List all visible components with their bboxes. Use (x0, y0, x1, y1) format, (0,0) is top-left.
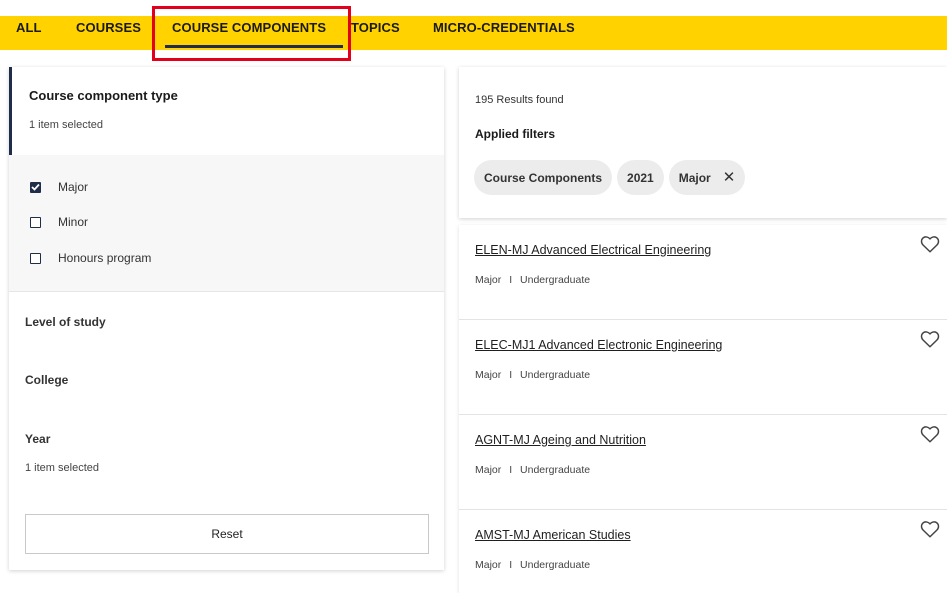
page: ALL COURSES COURSE COMPONENTS TOPICS MIC… (0, 0, 947, 593)
option-label: Major (58, 180, 89, 194)
option-honours-program[interactable]: Honours program (30, 248, 151, 268)
chip-label: 2021 (627, 170, 654, 185)
result-type: Major (475, 369, 502, 381)
tab-all[interactable]: ALL (16, 16, 42, 50)
result-type: Major (475, 464, 502, 476)
tab-courses[interactable]: COURSES (76, 16, 141, 50)
meta-separator: I (509, 464, 513, 476)
option-major[interactable]: Major (30, 177, 88, 197)
heart-icon[interactable] (920, 235, 940, 253)
results-header: 195 Results found Applied filters Course… (459, 67, 947, 218)
chip-major[interactable]: Major ✕ (668, 160, 746, 195)
heart-icon[interactable] (920, 520, 940, 538)
filter-panel: Course component type 1 item selected Ma… (9, 67, 444, 570)
heart-icon[interactable] (920, 330, 940, 348)
year-selected-count: 1 item selected (25, 462, 99, 474)
option-minor[interactable]: Minor (30, 212, 88, 232)
list-item: ELEN-MJ Advanced Electrical Engineering … (459, 225, 947, 320)
result-title-link[interactable]: AGNT-MJ Ageing and Nutrition (475, 433, 646, 447)
heart-icon[interactable] (920, 425, 940, 443)
result-meta: Major I Undergraduate (475, 274, 590, 286)
filter-title: Course component type (29, 88, 178, 103)
tab-micro-credentials[interactable]: MICRO-CREDENTIALS (433, 16, 575, 50)
filter-level-of-study[interactable]: Level of study (25, 315, 106, 329)
reset-button[interactable]: Reset (25, 514, 429, 554)
results-list: ELEN-MJ Advanced Electrical Engineering … (459, 225, 947, 593)
filter-college[interactable]: College (25, 373, 68, 387)
close-icon[interactable]: ✕ (723, 170, 736, 185)
chip-label: Course Components (484, 170, 603, 185)
filter-options: Major Minor Honours program (9, 155, 444, 292)
result-level: Undergraduate (520, 559, 591, 571)
meta-separator: I (509, 274, 513, 286)
result-type: Major (475, 274, 502, 286)
checkbox-icon[interactable] (30, 252, 41, 264)
result-meta: Major I Undergraduate (475, 464, 590, 476)
tab-bar: ALL COURSES COURSE COMPONENTS TOPICS MIC… (0, 16, 947, 50)
result-title-link[interactable]: ELEN-MJ Advanced Electrical Engineering (475, 243, 711, 257)
result-level: Undergraduate (520, 274, 591, 286)
applied-filter-chips: Course Components 2021 Major ✕ (474, 160, 746, 195)
checkbox-checked-icon[interactable] (30, 181, 41, 193)
result-level: Undergraduate (520, 464, 591, 476)
result-title-link[interactable]: AMST-MJ American Studies (475, 528, 631, 542)
applied-filters-label: Applied filters (475, 127, 556, 141)
result-title-link[interactable]: ELEC-MJ1 Advanced Electronic Engineering (475, 338, 722, 352)
result-type: Major (475, 559, 502, 571)
option-label: Honours program (58, 251, 152, 265)
result-meta: Major I Undergraduate (475, 559, 590, 571)
option-label: Minor (58, 215, 89, 229)
result-level: Undergraduate (520, 369, 591, 381)
filter-year[interactable]: Year (25, 432, 50, 446)
chip-course-components[interactable]: Course Components (474, 160, 613, 195)
list-item: AGNT-MJ Ageing and Nutrition Major I Und… (459, 415, 947, 510)
results-count: 195 Results found (475, 94, 564, 106)
chip-year[interactable]: 2021 (617, 160, 664, 195)
highlight-annotation-box (152, 6, 351, 61)
filter-selected-count: 1 item selected (29, 119, 103, 131)
list-item: ELEC-MJ1 Advanced Electronic Engineering… (459, 320, 947, 415)
meta-separator: I (509, 559, 513, 571)
chip-label: Major (678, 170, 711, 185)
meta-separator: I (509, 369, 513, 381)
tab-topics[interactable]: TOPICS (351, 16, 400, 50)
course-component-type-header[interactable]: Course component type 1 item selected (9, 67, 444, 155)
result-meta: Major I Undergraduate (475, 369, 590, 381)
list-item: AMST-MJ American Studies Major I Undergr… (459, 510, 947, 593)
checkbox-icon[interactable] (30, 216, 41, 228)
